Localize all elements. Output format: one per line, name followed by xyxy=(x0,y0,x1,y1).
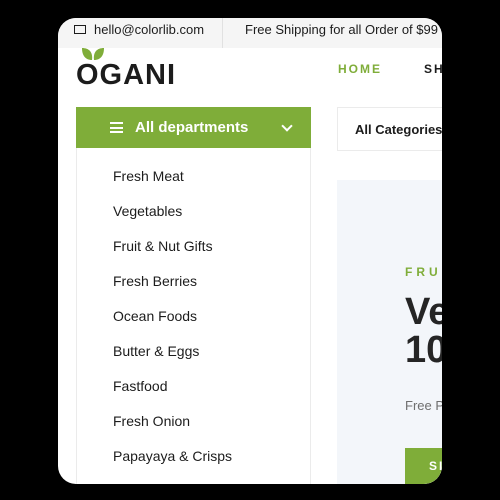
logo-text: OGANI xyxy=(76,59,177,91)
departments-list: Fresh Meat Vegetables Fruit & Nut Gifts … xyxy=(76,148,311,484)
search-category-label: All Categories xyxy=(355,121,442,137)
hero-tag: FRUI xyxy=(405,265,442,279)
header-top-bar: hello@colorlib.com Free Shipping for all… xyxy=(58,18,442,48)
department-item[interactable]: Fresh Onion xyxy=(113,413,190,429)
department-item[interactable]: Fastfood xyxy=(113,378,167,394)
browser-frame: hello@colorlib.com Free Shipping for all… xyxy=(58,18,442,484)
leaf-icon xyxy=(82,48,104,60)
nav-item-shop[interactable]: SH xyxy=(424,62,442,76)
all-departments-label: All departments xyxy=(135,119,249,136)
hero-shop-button-label: SI xyxy=(429,459,442,473)
envelope-icon xyxy=(74,24,86,34)
department-item[interactable]: Butter & Eggs xyxy=(113,343,199,359)
all-departments-button[interactable]: All departments xyxy=(76,107,311,148)
department-item[interactable]: Papayaya & Crisps xyxy=(113,448,232,464)
menu-icon xyxy=(110,122,123,133)
hero-title-line-2: 10 xyxy=(405,329,442,371)
department-item[interactable]: Ocean Foods xyxy=(113,308,197,324)
hero-banner: FRUI Ve10 Free P SI xyxy=(337,180,442,484)
department-item[interactable]: Vegetables xyxy=(113,203,182,219)
search-category-select[interactable]: All Categories xyxy=(337,107,442,151)
hero-subtitle: Free P xyxy=(405,398,442,413)
hero-shop-button[interactable]: SI xyxy=(405,448,442,484)
header-shipping-text: Free Shipping for all Order of $99 xyxy=(245,21,438,37)
chevron-down-icon xyxy=(281,120,293,132)
site-logo[interactable]: OGANI xyxy=(76,48,177,91)
header-email-text: hello@colorlib.com xyxy=(94,21,205,37)
department-item[interactable]: Fresh Meat xyxy=(113,168,184,184)
nav-item-home[interactable]: HOME xyxy=(338,62,382,76)
department-item[interactable]: Fruit & Nut Gifts xyxy=(113,238,213,254)
department-item[interactable]: Fresh Berries xyxy=(113,273,197,289)
hero-title: Ve 10 xyxy=(405,293,442,369)
hero-title-line-1: Ve xyxy=(405,291,442,333)
main-nav: HOME SH xyxy=(338,62,442,76)
header-email: hello@colorlib.com xyxy=(58,18,224,48)
